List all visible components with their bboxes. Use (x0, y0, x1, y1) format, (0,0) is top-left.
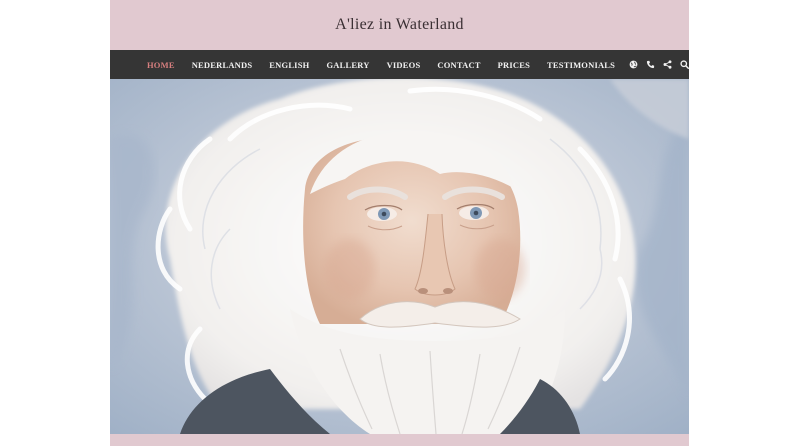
nav-item-prices[interactable]: PRICES (498, 60, 530, 70)
hero-portrait-image (110, 79, 689, 434)
nav-item-videos[interactable]: VIDEOS (387, 60, 421, 70)
nav-item-testimonials[interactable]: TESTIMONIALS (547, 60, 615, 70)
footer-strip (110, 434, 689, 446)
nav-item-nederlands[interactable]: NEDERLANDS (192, 60, 253, 70)
search-icon[interactable] (680, 60, 690, 69)
main-navigation: HOME NEDERLANDS ENGLISH GALLERY VIDEOS C… (110, 50, 690, 79)
nav-icons (629, 60, 697, 69)
site-wrapper: A'liez in Waterland HOME NEDERLANDS ENGL… (110, 0, 690, 446)
phone-icon[interactable] (646, 60, 655, 69)
nav-item-gallery[interactable]: GALLERY (326, 60, 369, 70)
nav-item-english[interactable]: ENGLISH (269, 60, 309, 70)
nav-item-contact[interactable]: CONTACT (437, 60, 480, 70)
share-icon[interactable] (663, 60, 672, 69)
site-title[interactable]: A'liez in Waterland (335, 16, 464, 34)
watercolor-portrait (110, 79, 689, 434)
nav-list: HOME NEDERLANDS ENGLISH GALLERY VIDEOS C… (147, 50, 632, 79)
site-header: A'liez in Waterland (110, 0, 689, 50)
globe-icon[interactable] (629, 60, 638, 69)
nav-item-home[interactable]: HOME (147, 60, 175, 70)
